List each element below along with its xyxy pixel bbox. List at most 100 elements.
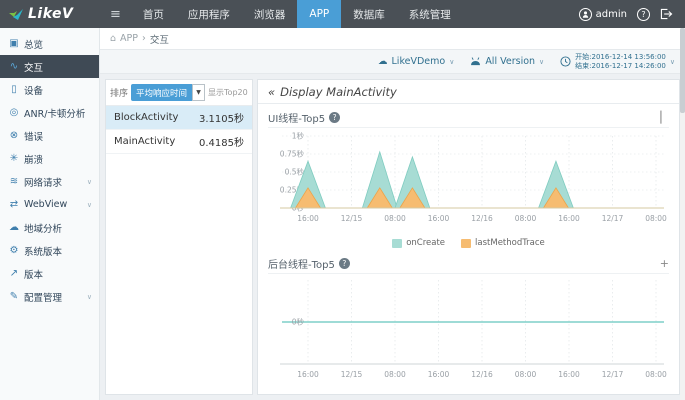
chevron-down-icon: ∨ <box>670 58 675 66</box>
sidebar-item-error[interactable]: ⊗错误 <box>0 124 99 147</box>
activity-row-MainActivity[interactable]: MainActivity0.4185秒 <box>106 130 252 154</box>
svg-text:16:00: 16:00 <box>428 370 450 379</box>
activity-value: 3.1105秒 <box>199 110 244 125</box>
svg-text:12/15: 12/15 <box>341 214 363 223</box>
date-end: 结束:2016-12-17 14:26:00 <box>575 62 666 71</box>
scrollbar-thumb[interactable] <box>680 28 685 113</box>
svg-text:16:00: 16:00 <box>558 214 580 223</box>
sidebar-item-region-analysis[interactable]: ☁地域分析 <box>0 216 99 239</box>
svg-text:12/16: 12/16 <box>471 214 493 223</box>
date-range-picker[interactable]: 开始:2016-12-14 13:56:00 结束:2016-12-17 14:… <box>560 53 675 70</box>
cloud-icon: ☁ <box>378 56 388 67</box>
svg-text:08:00: 08:00 <box>384 370 406 379</box>
nav-item-home[interactable]: 首页 <box>131 0 176 28</box>
chevron-down-icon: ∨ <box>539 58 544 66</box>
background-thread-chart-title: 后台线程-Top5 <box>268 256 335 271</box>
legend-label: lastMethodTrace <box>475 238 545 248</box>
help-icon[interactable]: ? <box>637 8 650 21</box>
sidebar-item-anr-analysis[interactable]: ◎ANR/卡顿分析 <box>0 101 99 124</box>
sidebar-item-interaction[interactable]: ∿交互 <box>0 55 99 78</box>
legend-item-lastMethodTrace[interactable]: lastMethodTrace <box>461 238 545 248</box>
android-icon <box>470 57 481 66</box>
nav-item-browser[interactable]: 浏览器 <box>242 0 298 28</box>
brand-logo[interactable]: LikeV <box>0 6 100 22</box>
version-selector[interactable]: All Version ∨ <box>470 56 544 67</box>
breadcrumb-separator: › <box>142 33 146 44</box>
sidebar-item-config-management[interactable]: ✎配置管理∨ <box>0 285 99 308</box>
sidebar-item-overview[interactable]: ▣总览 <box>0 32 99 55</box>
version-icon: ↗ <box>7 268 21 279</box>
chevron-down-icon: ∨ <box>449 58 454 66</box>
network-request-icon: ≋ <box>7 176 21 187</box>
svg-text:16:00: 16:00 <box>297 370 319 379</box>
region-analysis-icon: ☁ <box>7 222 21 233</box>
svg-text:1秒: 1秒 <box>292 131 305 141</box>
user-menu[interactable]: admin <box>579 8 627 21</box>
svg-text:08:00: 08:00 <box>515 214 537 223</box>
sidebar-item-network-request[interactable]: ≋网络请求∨ <box>0 170 99 193</box>
top-count-label: 显示Top20 <box>208 87 248 98</box>
expand-icon[interactable]: + <box>660 258 669 269</box>
detail-header: « Display MainActivity <box>258 80 679 104</box>
system-version-icon: ⚙ <box>7 245 21 256</box>
app-selector-label: LikeVDemo <box>392 56 446 67</box>
chevron-down-icon: ∨ <box>87 293 92 301</box>
legend-swatch <box>392 239 402 248</box>
sidebar-item-label: WebView <box>24 199 67 210</box>
nav-item-app[interactable]: APP <box>297 0 341 28</box>
sidebar-item-label: ANR/卡顿分析 <box>24 106 85 120</box>
activity-detail-panel: « Display MainActivity UI线程-Top5 ? ▏ 1秒0… <box>257 79 680 395</box>
activity-name: BlockActivity <box>114 112 178 123</box>
nav-item-database[interactable]: 数据库 <box>341 0 397 28</box>
ui-thread-chart-block: UI线程-Top5 ? ▏ 1秒0.75秒0.5秒0.25秒0秒16:0012/… <box>258 104 679 250</box>
username: admin <box>596 9 627 20</box>
sidebar-item-label: 总览 <box>24 37 43 51</box>
home-icon[interactable]: ⌂ <box>110 33 116 44</box>
sidebar: ▣总览∿交互▯设备◎ANR/卡顿分析⊗错误✳崩溃≋网络请求∨⇄WebView∨☁… <box>0 28 100 400</box>
chart-menu-icon[interactable]: ▏ <box>661 112 669 123</box>
help-icon[interactable]: ? <box>329 112 340 123</box>
svg-text:0.75秒: 0.75秒 <box>280 149 305 159</box>
svg-text:12/17: 12/17 <box>602 370 624 379</box>
scrollbar <box>680 28 685 400</box>
sidebar-item-system-version[interactable]: ⚙系统版本 <box>0 239 99 262</box>
anr-analysis-icon: ◎ <box>7 107 21 118</box>
breadcrumb: ⌂ APP › 交互 <box>100 28 685 50</box>
svg-text:12/17: 12/17 <box>602 214 624 223</box>
error-icon: ⊗ <box>7 130 21 141</box>
date-range-values: 开始:2016-12-14 13:56:00 结束:2016-12-17 14:… <box>575 53 666 70</box>
sidebar-item-label: 设备 <box>24 83 43 97</box>
breadcrumb-app[interactable]: APP <box>120 33 138 44</box>
logout-icon[interactable] <box>660 5 673 24</box>
interaction-icon: ∿ <box>7 61 21 72</box>
sidebar-item-label: 地域分析 <box>24 221 62 235</box>
activity-value: 0.4185秒 <box>199 134 244 149</box>
clock-icon <box>560 56 571 67</box>
svg-text:16:00: 16:00 <box>558 370 580 379</box>
background-thread-chart-block: 后台线程-Top5 ? + 16:0012/1508:0016:0012/160… <box>258 250 679 394</box>
svg-text:16:00: 16:00 <box>428 214 450 223</box>
help-icon[interactable]: ? <box>339 258 350 269</box>
sidebar-item-label: 配置管理 <box>24 290 62 304</box>
app-selector[interactable]: ☁ LikeVDemo ∨ <box>378 56 454 67</box>
collapse-icon[interactable]: « <box>268 85 275 99</box>
sort-select[interactable]: 平均响应时间 ▼ <box>131 84 205 101</box>
caret-down-icon: ▼ <box>192 84 205 101</box>
sidebar-item-version[interactable]: ↗版本 <box>0 262 99 285</box>
version-selector-label: All Version <box>485 56 535 67</box>
sidebar-item-crash[interactable]: ✳崩溃 <box>0 147 99 170</box>
webview-icon: ⇄ <box>7 199 21 210</box>
brand-swoosh-icon <box>8 8 24 21</box>
sidebar-item-label: 错误 <box>24 129 43 143</box>
top-navigation-bar: LikeV ≡ 首页应用程序浏览器APP数据库系统管理 admin ? <box>0 0 685 28</box>
legend-swatch <box>461 239 471 248</box>
nav-item-applications[interactable]: 应用程序 <box>176 0 242 28</box>
crash-icon: ✳ <box>7 153 21 164</box>
overview-icon: ▣ <box>7 38 21 49</box>
hamburger-menu-icon[interactable]: ≡ <box>110 7 121 22</box>
sidebar-item-device[interactable]: ▯设备 <box>0 78 99 101</box>
legend-item-onCreate[interactable]: onCreate <box>392 238 445 248</box>
nav-item-system-management[interactable]: 系统管理 <box>397 0 463 28</box>
sidebar-item-webview[interactable]: ⇄WebView∨ <box>0 193 99 216</box>
activity-row-BlockActivity[interactable]: BlockActivity 3.1105秒 <box>106 106 252 130</box>
